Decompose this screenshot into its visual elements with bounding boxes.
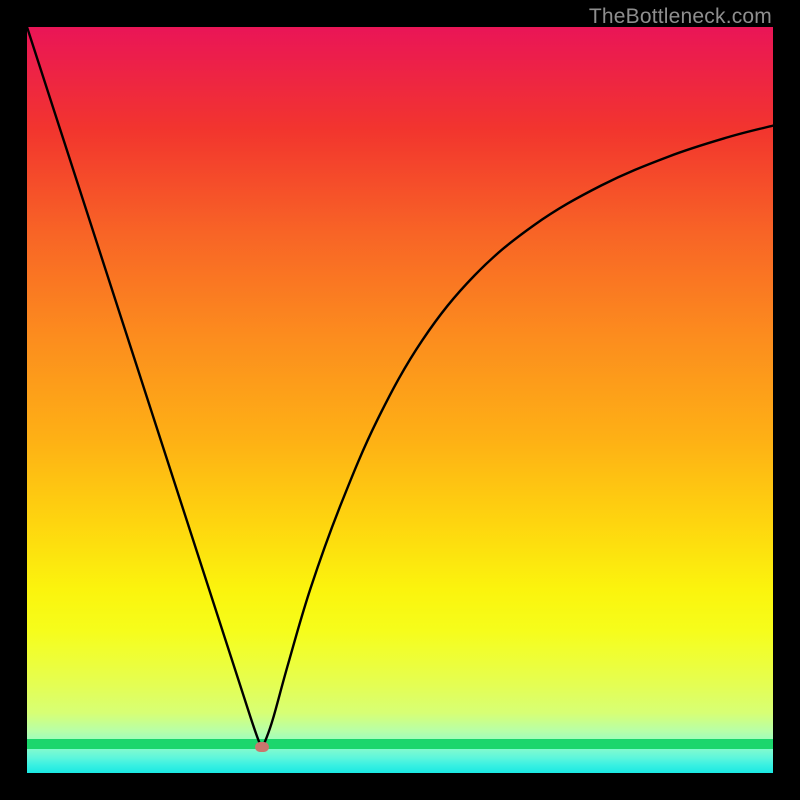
min-marker [255,742,269,752]
bottleneck-curve [27,27,773,773]
watermark: TheBottleneck.com [589,5,772,29]
plot-area [27,27,773,773]
chart-frame: TheBottleneck.com [0,0,800,800]
